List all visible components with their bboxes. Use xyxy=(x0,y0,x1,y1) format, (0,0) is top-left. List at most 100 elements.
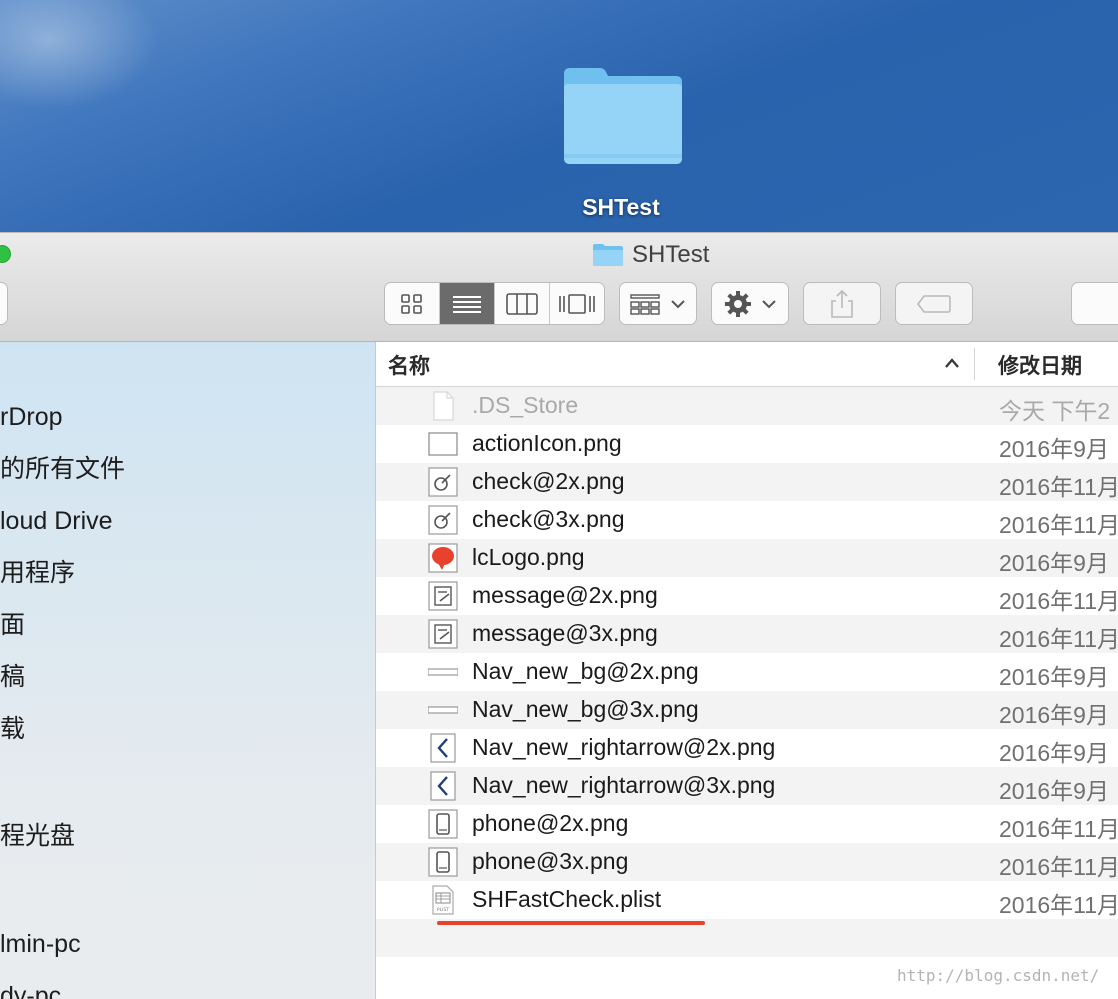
file-name: message@2x.png xyxy=(472,582,658,608)
file-row[interactable]: message@3x.png 2016年11月 xyxy=(376,615,1118,653)
file-row[interactable]: lcLogo.png 2016年9月 xyxy=(376,539,1118,577)
sidebar-item-all-files[interactable]: 的所有文件 xyxy=(0,454,125,484)
file-name: .DS_Store xyxy=(472,392,579,418)
file-name: SHFastCheck.plist xyxy=(472,886,662,912)
file-row[interactable]: Nav_new_rightarrow@3x.png 2016年9月 xyxy=(376,767,1118,805)
finder-window: SHTest rDrop 的所有文件 loud Drive 用程序 面 稿 载 … xyxy=(0,232,1118,999)
folder-icon[interactable] xyxy=(560,66,684,166)
column-name-header[interactable]: 名称 xyxy=(388,350,430,380)
file-date: 2016年11月 xyxy=(999,892,1118,918)
file-list: 名称 修改日期 .DS_Store 今天 下午2 actionIcon.png … xyxy=(376,342,1118,999)
file-row[interactable]: .DS_Store 今天 下午2 xyxy=(376,387,1118,425)
file-name: check@3x.png xyxy=(472,506,625,532)
file-row[interactable]: actionIcon.png 2016年9月 xyxy=(376,425,1118,463)
message-icon xyxy=(428,581,458,611)
chevron-down-icon xyxy=(762,299,776,308)
title-bar[interactable]: SHTest xyxy=(0,233,1118,342)
file-name: check@2x.png xyxy=(472,468,625,494)
share-icon xyxy=(831,289,853,318)
file-row[interactable]: Nav_new_bg@3x.png 2016年9月 xyxy=(376,691,1118,729)
message-icon xyxy=(428,619,458,649)
folder-icon xyxy=(593,244,623,266)
tag-button[interactable] xyxy=(895,282,973,325)
sidebar-item-airdrop[interactable]: rDrop xyxy=(0,402,63,432)
file-name: Nav_new_bg@2x.png xyxy=(472,658,699,684)
sidebar-item-dy-pc[interactable]: dy-pc xyxy=(0,981,61,999)
desktop: SHTest xyxy=(0,0,1118,232)
file-date: 2016年11月 xyxy=(999,854,1118,880)
file-name: lcLogo.png xyxy=(472,544,585,570)
file-row[interactable]: check@3x.png 2016年11月 xyxy=(376,501,1118,539)
file-row[interactable]: phone@2x.png 2016年11月 xyxy=(376,805,1118,843)
file-date: 2016年9月 xyxy=(999,550,1109,576)
file-row[interactable]: Nav_new_bg@2x.png 2016年9月 xyxy=(376,653,1118,691)
sidebar-item-desktop[interactable]: 面 xyxy=(0,610,25,640)
file-date: 2016年9月 xyxy=(999,664,1109,690)
nav-bg-icon xyxy=(428,668,458,676)
list-icon xyxy=(453,295,481,313)
share-button[interactable] xyxy=(803,282,881,325)
plist-label: PLIST xyxy=(437,907,449,913)
arrange-grid-icon xyxy=(630,293,660,315)
back-button[interactable] xyxy=(0,282,8,325)
file-date: 2016年11月 xyxy=(999,512,1118,538)
file-row[interactable]: message@2x.png 2016年11月 xyxy=(376,577,1118,615)
file-name: phone@3x.png xyxy=(472,848,629,874)
sort-ascending-icon[interactable] xyxy=(944,356,960,370)
file-date: 2016年9月 xyxy=(999,436,1109,462)
tag-icon xyxy=(917,294,951,313)
plist-icon: PLIST xyxy=(432,885,454,915)
check-icon xyxy=(428,505,458,535)
blank-image-icon xyxy=(428,432,458,456)
file-name: Nav_new_rightarrow@3x.png xyxy=(472,772,776,798)
arrow-icon xyxy=(430,733,456,763)
desktop-folder-label[interactable]: SHTest xyxy=(540,194,702,221)
arrange-button[interactable] xyxy=(619,282,697,325)
phone-icon xyxy=(428,847,458,877)
watermark: http://blog.csdn.net/ xyxy=(897,966,1100,985)
phone-icon xyxy=(428,809,458,839)
sidebar-item-remote-disc[interactable]: 程光盘 xyxy=(0,821,75,851)
sidebar-item-documents[interactable]: 稿 xyxy=(0,662,25,692)
check-icon xyxy=(428,467,458,497)
arrow-icon xyxy=(430,771,456,801)
column-divider[interactable] xyxy=(974,348,975,380)
columns-icon xyxy=(506,292,538,315)
search-field[interactable] xyxy=(1071,282,1118,325)
logo-icon xyxy=(428,543,458,573)
file-row[interactable]: Nav_new_rightarrow@2x.png 2016年9月 xyxy=(376,729,1118,767)
file-row[interactable]: check@2x.png 2016年11月 xyxy=(376,463,1118,501)
file-name: Nav_new_bg@3x.png xyxy=(472,696,699,722)
file-name: message@3x.png xyxy=(472,620,658,646)
view-mode-selector[interactable] xyxy=(384,282,605,325)
list-view-button[interactable] xyxy=(440,283,495,324)
file-date: 2016年11月 xyxy=(999,474,1118,500)
annotation-underline xyxy=(437,921,705,925)
cover-flow-icon xyxy=(559,293,595,314)
file-date: 2016年11月 xyxy=(999,588,1118,614)
file-row[interactable]: PLIST SHFastCheck.plist 2016年11月 xyxy=(376,881,1118,919)
sidebar-item-icloud-drive[interactable]: loud Drive xyxy=(0,506,113,536)
file-date: 2016年9月 xyxy=(999,778,1109,804)
window-title: SHTest xyxy=(592,239,709,271)
action-button[interactable] xyxy=(711,282,789,325)
icon-view-button[interactable] xyxy=(385,283,440,324)
sidebar-item-downloads[interactable]: 载 xyxy=(0,714,25,744)
blank-doc-icon xyxy=(433,391,454,421)
file-date: 2016年9月 xyxy=(999,740,1109,766)
grid-icon xyxy=(401,293,422,314)
sidebar-item-applications[interactable]: 用程序 xyxy=(0,558,75,588)
sidebar-item-admin-pc[interactable]: lmin-pc xyxy=(0,929,81,959)
file-date: 2016年9月 xyxy=(999,702,1109,728)
column-header: 名称 修改日期 xyxy=(376,342,1118,387)
column-view-button[interactable] xyxy=(495,283,550,324)
window-title-text: SHTest xyxy=(632,241,710,268)
chevron-down-icon xyxy=(671,299,685,308)
file-row[interactable]: phone@3x.png 2016年11月 xyxy=(376,843,1118,881)
gear-icon xyxy=(725,290,751,317)
column-date-header[interactable]: 修改日期 xyxy=(998,350,1082,380)
cover-flow-button[interactable] xyxy=(550,283,604,324)
nav-bg-icon xyxy=(428,706,458,714)
file-name: actionIcon.png xyxy=(472,430,622,456)
zoom-button[interactable] xyxy=(0,245,11,263)
